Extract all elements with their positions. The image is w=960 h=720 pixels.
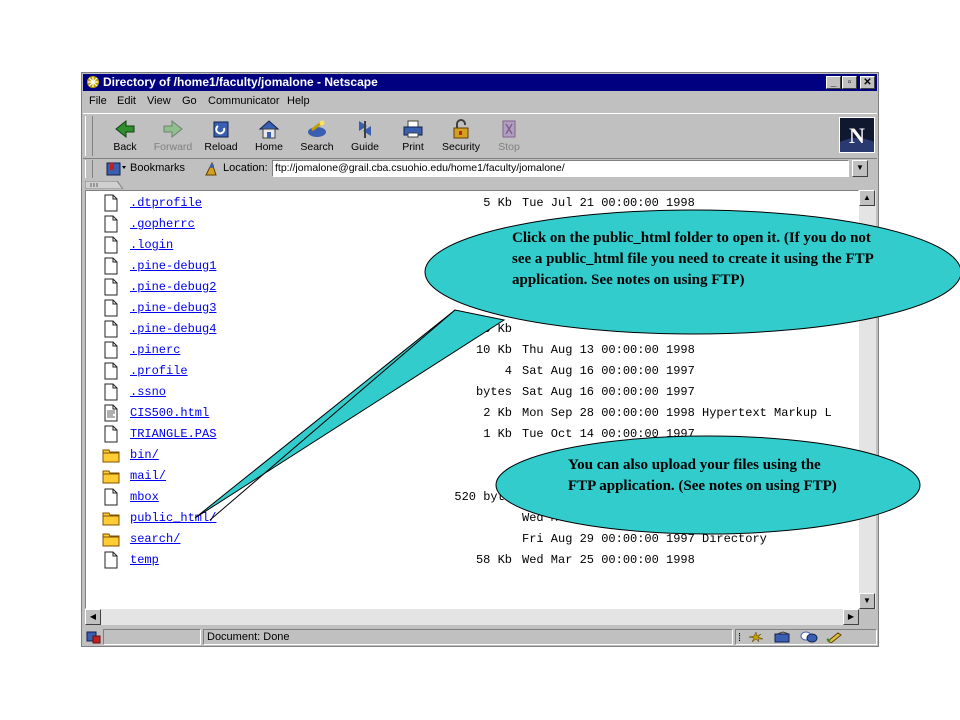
callout-1-text: Click on the public_html folder to open … [512,230,873,288]
callout-1-pointer-edge [209,309,456,521]
annotation-overlay [194,209,960,535]
callout-1-pointer [194,309,506,519]
callout-2-text: You can also upload your files using the… [568,457,837,494]
